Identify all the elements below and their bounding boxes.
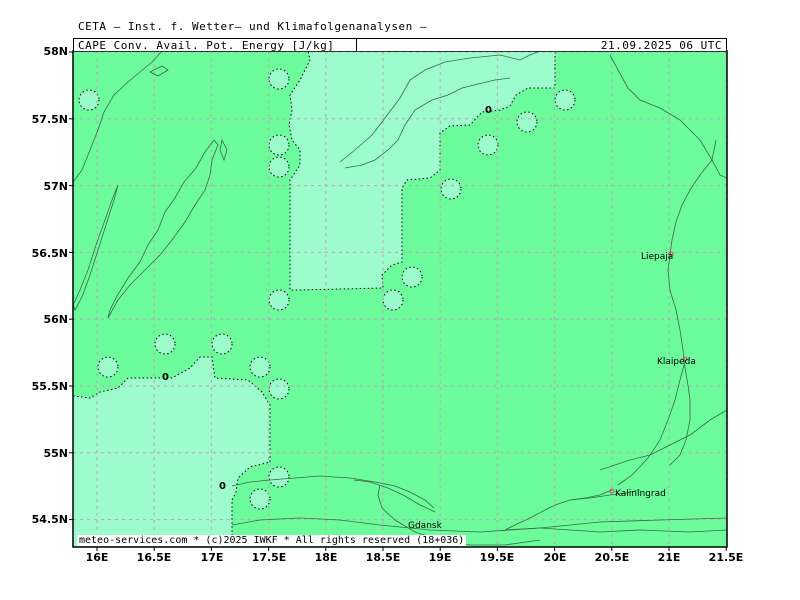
valid-time: 21.09.2025 06 UTC xyxy=(600,39,722,52)
lat-label: 55.5N xyxy=(31,380,68,393)
page-title: CETA — Inst. f. Wetter— und Klimafolgena… xyxy=(78,20,428,33)
city-label-klaipeda: Klaipeda xyxy=(657,357,696,367)
copyright-notice: meteo-services.com * (c)2025 IWKF * All … xyxy=(77,535,467,546)
lat-label: 55N xyxy=(43,447,68,460)
lat-label: 57.5N xyxy=(31,113,68,126)
cape-zero-cell xyxy=(268,289,290,311)
header-separator xyxy=(356,39,357,51)
cape-zero-cell xyxy=(401,266,423,288)
lat-label: 57N xyxy=(43,180,68,193)
city-label-kaliningrad: Kaliningrad xyxy=(615,489,666,499)
lon-label: 17E xyxy=(200,551,224,564)
cape-zero-cell xyxy=(97,356,119,378)
map-canvas xyxy=(69,50,728,551)
cape-zero-cell xyxy=(268,378,290,400)
contour-label: 0 xyxy=(162,372,169,383)
lat-label: 56N xyxy=(43,313,68,326)
city-label-liepaja: Liepaja xyxy=(641,252,674,262)
cape-zero-cell xyxy=(78,89,100,111)
cape-zero-cell xyxy=(554,89,576,111)
lon-label: 18.5E xyxy=(365,551,401,564)
cape-zero-cell xyxy=(154,333,176,355)
cape-zero-cell xyxy=(268,466,290,488)
lat-label: 58N xyxy=(43,45,68,58)
lon-label: 18E xyxy=(314,551,338,564)
cape-zero-cell xyxy=(382,289,404,311)
lon-label: 19E xyxy=(428,551,452,564)
lon-label: 21.5E xyxy=(708,551,744,564)
lon-label: 17.5E xyxy=(251,551,287,564)
lon-label: 20E xyxy=(543,551,567,564)
cape-zero-cell xyxy=(211,333,233,355)
city-label-gdansk: Gdansk xyxy=(408,521,442,531)
cape-zero-cell xyxy=(477,134,499,156)
lat-label: 56.5N xyxy=(31,247,68,260)
cape-zero-cell xyxy=(268,134,290,156)
lon-label: 16.5E xyxy=(136,551,172,564)
cape-zero-cell xyxy=(268,68,290,90)
lat-label: 54.5N xyxy=(31,513,68,526)
contour-label: 0 xyxy=(485,105,492,116)
contour-label: 0 xyxy=(219,481,226,492)
cape-zero-cell xyxy=(268,156,290,178)
cape-zero-cell xyxy=(516,111,538,133)
cape-zero-cell xyxy=(440,178,462,200)
parameter-header: CAPE_Conv._Avail._Pot._Energy [J/kg] 21.… xyxy=(73,38,727,52)
cape-zero-cell xyxy=(249,356,271,378)
parameter-label: CAPE_Conv._Avail._Pot._Energy [J/kg] xyxy=(78,39,335,52)
lon-label: 20.5E xyxy=(594,551,630,564)
lon-label: 21E xyxy=(657,551,681,564)
lon-label: 16E xyxy=(85,551,109,564)
lon-label: 19.5E xyxy=(479,551,515,564)
cape-zero-cell xyxy=(249,488,271,510)
